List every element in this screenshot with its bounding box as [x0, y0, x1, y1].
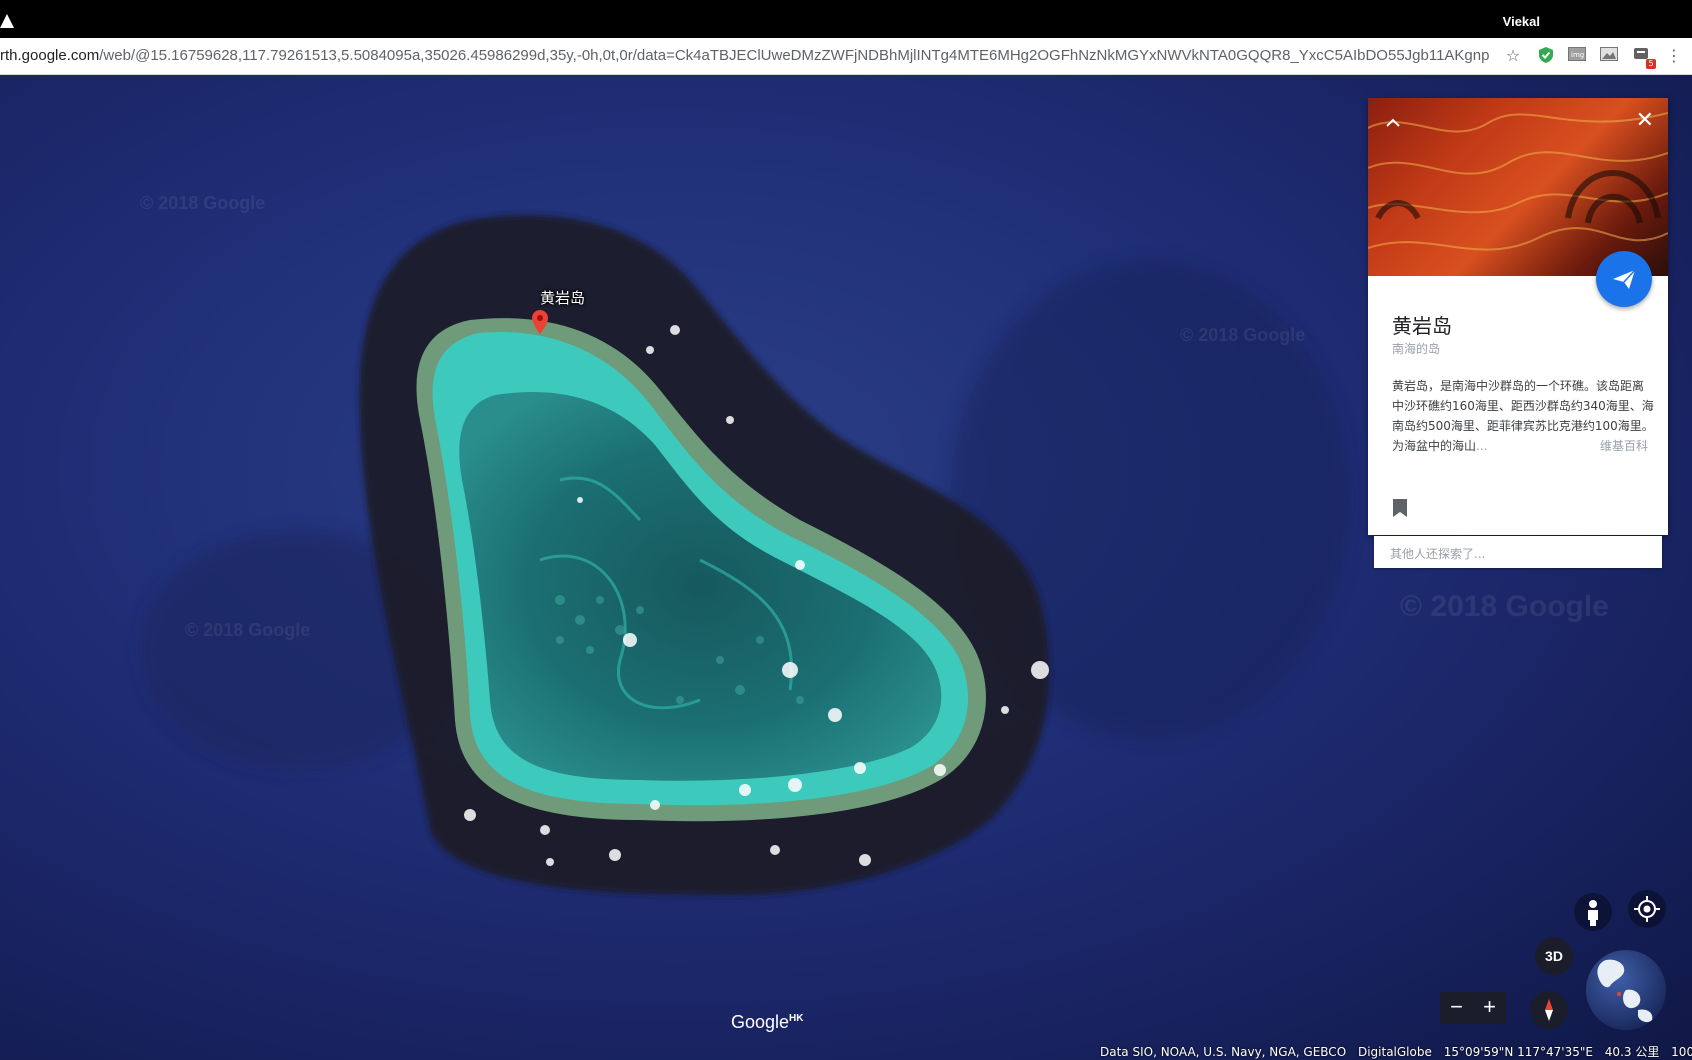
place-info-card: ✕ 黄岩岛 南海的岛 黄岩岛，是南海中沙群岛的一个环礁。该岛距离中沙环礁约160…: [1368, 98, 1668, 535]
place-subtitle: 南海的岛: [1392, 342, 1441, 356]
google-logo: GoogleHK: [731, 1012, 804, 1033]
shield-extension-icon[interactable]: [1536, 46, 1556, 66]
google-brand: Google: [731, 1012, 790, 1032]
svg-text:img: img: [1571, 51, 1584, 59]
coordinates-readout: 15°09'59"N 117°47'35"E: [1443, 1045, 1593, 1059]
window-corner-icon: [0, 14, 14, 28]
close-icon[interactable]: ✕: [1636, 108, 1654, 133]
my-location-button[interactable]: [1628, 890, 1666, 928]
altitude-readout: 40.3 公里: [1604, 1045, 1660, 1059]
wikipedia-source-link[interactable]: 维基百科: [1600, 436, 1648, 456]
image-extension-icon[interactable]: [1599, 46, 1619, 66]
profile-name[interactable]: Viekal: [1503, 14, 1540, 29]
globe-icon: [1597, 959, 1653, 1023]
place-description: 黄岩岛，是南海中沙群岛的一个环礁。该岛距离中沙环礁约160海里、距西沙群岛约34…: [1392, 376, 1654, 456]
description-more: ...: [1476, 439, 1488, 453]
explore-placeholder: 其他人还探索了...: [1390, 547, 1486, 561]
compass-icon: [1545, 999, 1553, 1021]
zoom-control: − +: [1440, 992, 1506, 1024]
map-watermark: © 2018 Google: [185, 620, 311, 640]
place-label[interactable]: 黄岩岛: [540, 287, 585, 308]
extension-badge: 5: [1646, 59, 1656, 69]
toggle-3d-button[interactable]: 3D: [1535, 937, 1573, 975]
zoom-in-button[interactable]: +: [1473, 992, 1506, 1024]
data-attribution: Data SIO, NOAA, U.S. Navy, NGA, GEBCO: [1100, 1045, 1347, 1059]
pegman-icon: [1588, 900, 1598, 926]
collapse-icon[interactable]: [1386, 112, 1400, 133]
crosshair-icon: [1634, 896, 1660, 922]
map-watermark: © 2018 Google: [1180, 325, 1306, 345]
bookmark-star-icon[interactable]: ☆: [1503, 46, 1523, 66]
map-footer: Data SIO, NOAA, U.S. Navy, NGA, GEBCO Di…: [1100, 1043, 1692, 1060]
globe-minimap[interactable]: [1586, 950, 1666, 1030]
google-region: HK: [789, 1013, 804, 1024]
zoom-percent: 100%: [1671, 1045, 1692, 1059]
place-photo[interactable]: ✕: [1368, 98, 1668, 276]
img-extension-icon[interactable]: img: [1567, 46, 1587, 66]
share-button[interactable]: [1596, 251, 1652, 307]
map-watermark: © 2018 Google: [140, 193, 266, 213]
url-host: rth.google.com: [0, 47, 100, 64]
others-explored-box[interactable]: 其他人还探索了...: [1374, 536, 1662, 568]
url-path: /web/@15.16759628,117.79261513,5.5084095…: [99, 47, 1490, 64]
zoom-out-button[interactable]: −: [1440, 992, 1473, 1024]
imagery-credit: DigitalGlobe: [1357, 1045, 1432, 1059]
more-menu-icon[interactable]: ⋮: [1664, 46, 1684, 66]
place-title: 黄岩岛: [1392, 314, 1452, 338]
send-icon: [1613, 269, 1636, 289]
map-watermark: © 2018 Google: [1400, 590, 1609, 623]
pegman-button[interactable]: [1574, 893, 1612, 931]
compass-button[interactable]: [1530, 991, 1568, 1029]
notification-extension-icon[interactable]: 5: [1632, 46, 1656, 69]
browser-titlebar: Viekal: [0, 0, 1692, 38]
photo-texture: [1368, 112, 1668, 251]
address-bar: rth.google.com/web/@15.16759628,117.7926…: [0, 38, 1692, 75]
url-field[interactable]: rth.google.com/web/@15.16759628,117.7926…: [0, 47, 1490, 64]
bookmark-icon[interactable]: [1392, 498, 1408, 523]
